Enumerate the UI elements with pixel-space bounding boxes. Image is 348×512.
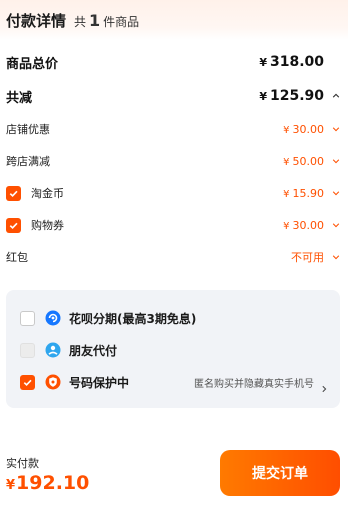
discount-total-amount: ¥125.90 [259, 88, 324, 104]
checkbox-checked-icon[interactable] [6, 217, 21, 233]
paid-amount-label: 实付款 [6, 457, 39, 470]
submit-order-button[interactable]: 提交订单 [220, 450, 340, 496]
discount-value: 15.90 [292, 186, 325, 200]
checkbox-disabled-icon [20, 342, 35, 358]
item-count-suffix: 件商品 [103, 14, 140, 29]
payment-details-header: 付款详情 共 1 件商品 [0, 0, 348, 40]
paid-amount-value: 192.10 [16, 472, 90, 494]
chevron-down-icon[interactable] [332, 125, 340, 133]
discount-value: 30.00 [292, 218, 325, 232]
item-count-number: 1 [89, 10, 101, 30]
option-huabei[interactable]: 花呗分期(最高3期免息) [20, 308, 328, 328]
chevron-down-icon[interactable] [332, 221, 340, 229]
chevron-down-icon[interactable] [332, 157, 340, 165]
option-note: 匿名购买并隐藏真实手机号 [194, 378, 314, 390]
page-title: 付款详情 [6, 11, 67, 30]
item-count-prefix: 共 [74, 14, 87, 29]
currency-symbol: ¥ [6, 478, 16, 493]
discount-total-value: 125.90 [269, 88, 324, 104]
discount-total-row[interactable]: 共减 ¥125.90 [0, 86, 348, 106]
total-price-amount: ¥318.00 [259, 54, 324, 70]
option-label: 号码保护中 [69, 375, 130, 390]
total-price-row: 商品总价 ¥318.00 [0, 52, 348, 72]
option-number-protection[interactable]: 号码保护中 匿名购买并隐藏真实手机号 [20, 372, 328, 393]
currency-symbol: ¥ [283, 156, 290, 168]
discount-amount: ¥15.90 [283, 187, 324, 200]
discount-row-red-packet[interactable]: 红包 不可用 [0, 248, 348, 266]
huabei-icon [45, 310, 61, 326]
discount-row-shop[interactable]: 店铺优惠 ¥30.00 [0, 120, 348, 138]
discount-label: 跨店满减 [6, 155, 50, 168]
discount-amount: ¥30.00 [283, 123, 324, 136]
discount-value: 30.00 [292, 122, 325, 136]
friend-pay-icon [45, 342, 61, 358]
chevron-down-icon[interactable] [332, 189, 340, 197]
currency-symbol: ¥ [283, 188, 290, 200]
currency-symbol: ¥ [259, 56, 267, 69]
currency-symbol: ¥ [259, 90, 267, 103]
payment-options-panel: 花呗分期(最高3期免息) 朋友代付 号码保护中 匿名购买并隐藏真实手机号 [6, 290, 340, 408]
item-count: 共 1 件商品 [74, 11, 139, 30]
discount-row-coupon[interactable]: 购物券 ¥30.00 [0, 216, 348, 234]
chevron-down-icon[interactable] [332, 253, 340, 261]
currency-symbol: ¥ [283, 124, 290, 136]
discount-total-label: 共减 [6, 90, 33, 106]
discount-label: 红包 [6, 251, 28, 264]
taojinbi-toggle[interactable]: 淘金币 [6, 185, 64, 201]
paid-amount: ¥192.10 [6, 472, 89, 494]
checkbox-unchecked-icon[interactable] [20, 310, 35, 326]
option-label: 花呗分期(最高3期免息) [69, 311, 197, 326]
total-price-value: 318.00 [269, 54, 324, 70]
discount-row-cross-store[interactable]: 跨店满减 ¥50.00 [0, 152, 348, 170]
checkbox-checked-icon[interactable] [20, 374, 35, 390]
chevron-up-icon[interactable] [332, 92, 340, 100]
checkbox-checked-icon[interactable] [6, 185, 21, 201]
option-label: 朋友代付 [69, 343, 118, 358]
discount-label: 店铺优惠 [6, 123, 50, 136]
discount-amount: ¥30.00 [283, 219, 324, 232]
option-friend-pay: 朋友代付 [20, 340, 328, 360]
phone-shield-icon [45, 374, 61, 390]
discount-value: 50.00 [292, 154, 325, 168]
total-price-label: 商品总价 [6, 56, 59, 72]
discount-label: 淘金币 [31, 187, 64, 200]
red-packet-status: 不可用 [291, 251, 324, 264]
discount-amount: ¥50.00 [283, 155, 324, 168]
chevron-right-icon[interactable] [320, 378, 328, 393]
discount-row-taojinbi[interactable]: 淘金币 ¥15.90 [0, 184, 348, 202]
currency-symbol: ¥ [283, 220, 290, 232]
discount-label: 购物券 [31, 219, 64, 232]
coupon-toggle[interactable]: 购物券 [6, 217, 64, 233]
